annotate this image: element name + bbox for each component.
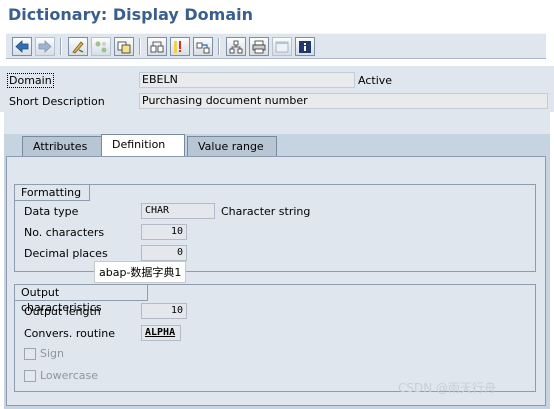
back-arrow-icon[interactable] (12, 37, 32, 56)
tab-header-band (4, 112, 550, 134)
definition-tab-content: Formatting Data type CHAR Character stri… (6, 156, 546, 406)
sign-checkbox[interactable] (24, 348, 36, 360)
info-icon[interactable] (295, 37, 315, 56)
short-description-label: Short Description (9, 95, 105, 108)
navigate-icon[interactable] (193, 37, 213, 56)
short-description-field[interactable]: Purchasing document number (139, 93, 548, 109)
object-list-icon[interactable] (170, 37, 190, 56)
tab-definition[interactable]: Definition (101, 134, 185, 157)
tooltip: abap-数据字典1 (94, 261, 187, 283)
domain-label: Domain (7, 73, 54, 88)
data-type-label: Data type (24, 205, 79, 218)
decimal-places-label: Decimal places (24, 247, 108, 260)
data-type-description: Character string (221, 205, 311, 218)
sign-label: Sign (40, 347, 64, 360)
print-icon[interactable] (249, 37, 269, 56)
window-title: Dictionary: Display Domain (8, 5, 253, 24)
lowercase-label: Lowercase (40, 369, 98, 382)
toolbar-separator (60, 38, 62, 55)
tab-label: Attributes (33, 140, 88, 153)
window-icon[interactable] (272, 37, 292, 56)
toolbar-separator (218, 38, 220, 55)
tab-value-range[interactable]: Value range (187, 136, 277, 157)
watermark: CSDN @雨天行舟 (398, 381, 497, 395)
tab-label: Value range (198, 140, 264, 153)
hierarchy-icon[interactable] (226, 37, 246, 56)
forward-arrow-icon[interactable] (35, 37, 55, 56)
header-area: Domain EBELN Active Short Description Pu… (0, 66, 554, 112)
data-type-field[interactable]: CHAR (141, 203, 215, 219)
domain-name-field[interactable]: EBELN (139, 72, 355, 88)
application-toolbar (6, 33, 546, 59)
output-characteristics-group: Output characteristics Output length 10 … (14, 284, 536, 392)
no-characters-label: No. characters (24, 226, 105, 239)
output-length-field[interactable]: 10 (141, 303, 187, 319)
no-characters-field[interactable]: 10 (141, 224, 187, 240)
group-title: Output characteristics (14, 284, 148, 314)
toolbar-separator (139, 38, 141, 55)
where-used-icon[interactable] (147, 37, 167, 56)
tab-label: Definition (112, 138, 166, 151)
display-change-icon[interactable] (68, 37, 88, 56)
group-title: Formatting (14, 184, 90, 201)
conversion-routine-field[interactable]: ALPHA (141, 325, 181, 341)
conversion-routine-label: Convers. routine (24, 327, 115, 340)
status-text: Active (358, 74, 393, 87)
check-icon[interactable] (91, 37, 111, 56)
activate-icon[interactable] (114, 37, 134, 56)
output-length-label: Output length (24, 305, 101, 318)
tab-attributes[interactable]: Attributes (22, 136, 102, 157)
decimal-places-field[interactable]: 0 (141, 245, 187, 261)
lowercase-checkbox[interactable] (24, 370, 36, 382)
formatting-group: Formatting Data type CHAR Character stri… (14, 184, 536, 272)
